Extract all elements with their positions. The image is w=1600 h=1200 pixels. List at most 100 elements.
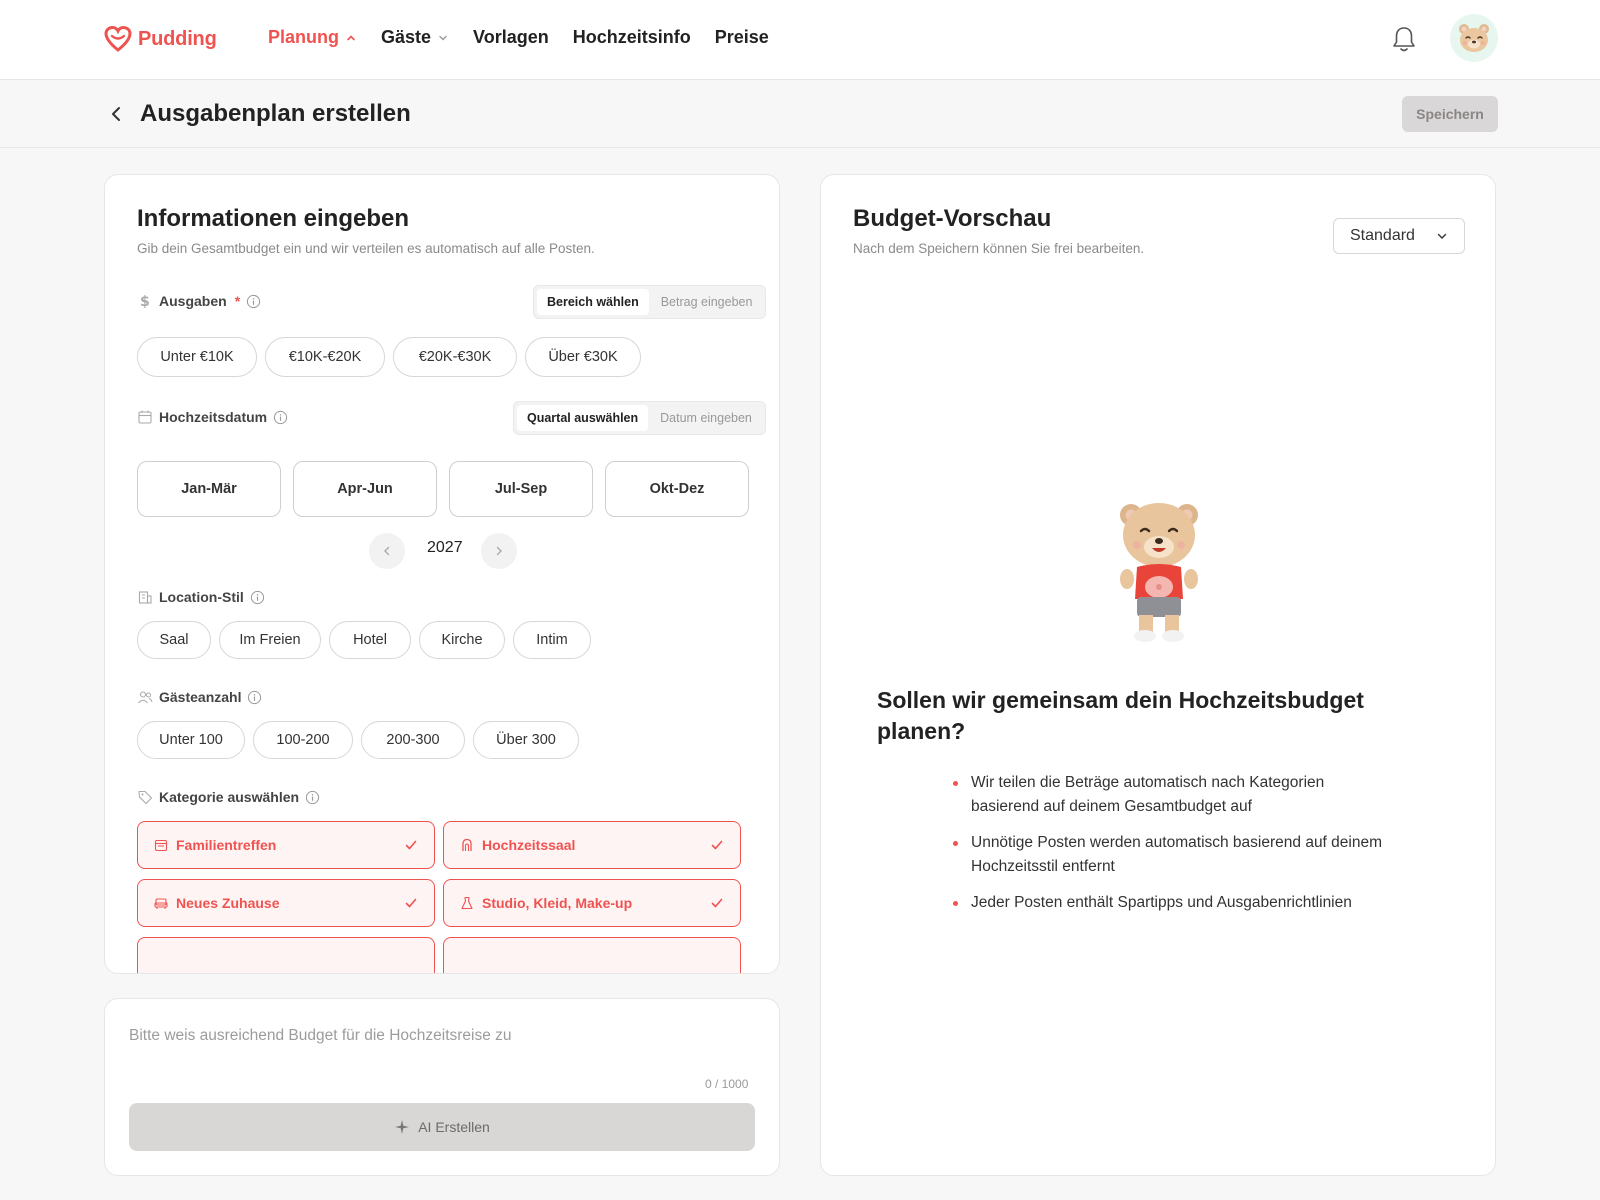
budget-preview-card: Budget-Vorschau Nach dem Speichern könne… (820, 174, 1496, 1176)
info-icon[interactable] (250, 590, 265, 605)
category-item[interactable]: Hochzeitssaal (443, 821, 741, 869)
expenses-label-text: Ausgaben (159, 293, 227, 309)
quarter-option[interactable]: Apr-Jun (293, 461, 437, 517)
toggle-range[interactable]: Bereich wählen (537, 289, 649, 315)
next-year-button[interactable] (481, 533, 517, 569)
nav-item-label: Planung (268, 27, 339, 47)
toggle-quarter[interactable]: Quartal auswählen (517, 405, 649, 431)
brand-name: Pudding (138, 27, 217, 50)
nav-item-hochzeitsinfo[interactable]: Hochzeitsinfo (573, 27, 691, 48)
info-icon[interactable] (273, 410, 288, 425)
expenses-mode-toggle: Bereich wählen Betrag eingeben (533, 285, 767, 319)
guest-option[interactable]: 200-300 (361, 721, 465, 759)
feature-list-item: Unnötige Posten werden automatisch basie… (953, 831, 1393, 879)
location-style-label: Location-Stil (137, 589, 265, 605)
bell-icon[interactable] (1390, 24, 1418, 54)
category-item-label: Neues Zuhause (176, 895, 280, 911)
character-counter: 0 / 1000 (705, 1077, 749, 1091)
info-icon[interactable] (305, 790, 320, 805)
feature-list-item: Wir teilen die Beträge automatisch nach … (953, 771, 1393, 819)
top-navigation: Pudding Planung Gäste Vorlagen Hochzeits… (0, 0, 1600, 80)
category-label: Kategorie auswählen (137, 789, 320, 805)
info-icon[interactable] (247, 690, 262, 705)
bear-mascot-illustration (1120, 503, 1198, 642)
quarter-option[interactable]: Okt-Dez (605, 461, 749, 517)
ai-generate-label: AI Erstellen (418, 1119, 490, 1135)
expense-option[interactable]: €10K-€20K (265, 337, 385, 377)
category-item[interactable]: Studio, Kleid, Make-up (443, 879, 741, 927)
chevron-up-icon (347, 34, 355, 40)
check-icon (405, 840, 417, 850)
ai-prompt-input[interactable]: Bitte weis ausreichend Budget für die Ho… (129, 1027, 512, 1045)
wedding-date-label-text: Hochzeitsdatum (159, 409, 268, 425)
guest-count-label: Gästeanzahl (137, 689, 262, 705)
location-option[interactable]: Kirche (419, 621, 505, 659)
heart-logo-icon (104, 26, 132, 52)
category-item[interactable]: Neues Zuhause (137, 879, 435, 927)
nav-item-preise[interactable]: Preise (715, 27, 769, 48)
nav-item-planung[interactable]: Planung (268, 27, 357, 48)
nav-item-label: Vorlagen (473, 27, 549, 47)
tag-icon (138, 790, 153, 805)
category-item-partial[interactable] (137, 937, 435, 973)
avatar[interactable] (1450, 14, 1498, 62)
page-title: Ausgabenplan erstellen (140, 100, 411, 127)
nav-item-label: Gäste (381, 27, 432, 47)
category-item-label: Hochzeitssaal (482, 837, 576, 853)
chevron-down-icon (1437, 233, 1447, 239)
expense-option[interactable]: €20K-€30K (393, 337, 517, 377)
guest-option[interactable]: Über 300 (473, 721, 579, 759)
brand-logo[interactable]: Pudding (104, 26, 217, 52)
form-title: Informationen eingeben (137, 205, 410, 232)
guest-option[interactable]: Unter 100 (137, 721, 245, 759)
nav-item-label: Hochzeitsinfo (572, 27, 691, 47)
sofa-icon (154, 898, 168, 909)
category-label-text: Kategorie auswählen (159, 789, 300, 805)
sparkle-icon (395, 1120, 410, 1134)
dollar-icon: $ (140, 294, 150, 309)
form-subtitle: Gib dein Gesamtbudget ein und wir vertei… (137, 241, 595, 256)
date-mode-toggle: Quartal auswählen Datum eingeben (513, 401, 766, 435)
save-button[interactable]: Speichern (1402, 96, 1498, 132)
chevron-right-icon (496, 546, 502, 556)
nav-item-gaeste[interactable]: Gäste (381, 27, 449, 48)
nav-item-vorlagen[interactable]: Vorlagen (473, 27, 549, 48)
year-value: 2027 (427, 539, 463, 556)
category-item[interactable]: Familientreffen (137, 821, 435, 869)
feature-list-item: Jeder Posten enthält Spartipps und Ausga… (953, 891, 1393, 915)
chevron-left-icon (384, 546, 390, 556)
location-option[interactable]: Hotel (329, 621, 411, 659)
dress-icon (461, 896, 473, 910)
location-option[interactable]: Im Freien (219, 621, 321, 659)
quarter-option[interactable]: Jul-Sep (449, 461, 593, 517)
location-option[interactable]: Intim (513, 621, 591, 659)
ai-prompt-card: Bitte weis ausreichend Budget für die Ho… (104, 998, 780, 1176)
toggle-date[interactable]: Datum eingeben (650, 405, 762, 431)
guest-option[interactable]: 100-200 (253, 721, 353, 759)
location-style-label-text: Location-Stil (159, 589, 244, 605)
template-dropdown[interactable]: Standard (1333, 218, 1465, 254)
quarter-option[interactable]: Jan-Mär (137, 461, 281, 517)
dropdown-value: Standard (1350, 227, 1415, 244)
people-icon (138, 691, 153, 704)
prev-year-button[interactable] (369, 533, 405, 569)
check-icon (711, 840, 723, 850)
toggle-amount[interactable]: Betrag eingeben (651, 289, 763, 315)
arch-icon (462, 838, 472, 851)
calendar-icon (138, 410, 152, 424)
category-item-partial[interactable] (443, 937, 741, 973)
expense-option[interactable]: Unter €10K (137, 337, 257, 377)
info-icon[interactable] (246, 294, 261, 309)
ai-generate-button[interactable]: AI Erstellen (129, 1103, 755, 1151)
calendar-icon (154, 839, 168, 852)
location-option[interactable]: Saal (137, 621, 211, 659)
main-nav: Planung Gäste Vorlagen Hochzeitsinfo Pre… (268, 27, 769, 48)
chevron-down-icon (439, 35, 447, 40)
expense-option[interactable]: Über €30K (525, 337, 641, 377)
guest-count-label-text: Gästeanzahl (159, 689, 242, 705)
feature-list: Wir teilen die Beträge automatisch nach … (953, 771, 1393, 927)
nav-item-label: Preise (714, 27, 769, 47)
preview-title: Budget-Vorschau (853, 205, 1052, 232)
back-arrow-icon[interactable] (106, 104, 126, 124)
svg-text:$: $ (140, 294, 150, 309)
